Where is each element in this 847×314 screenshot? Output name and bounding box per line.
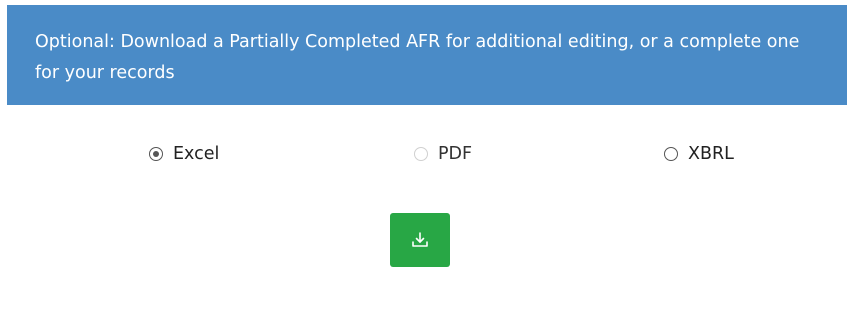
download-button[interactable] bbox=[390, 213, 450, 267]
download-icon bbox=[412, 232, 428, 247]
format-option-xbrl[interactable]: XBRL bbox=[664, 142, 734, 166]
xbrl-label: XBRL bbox=[688, 144, 734, 164]
banner-text: Optional: Download a Partially Completed… bbox=[35, 32, 800, 83]
format-option-pdf: PDF bbox=[414, 142, 472, 166]
xbrl-radio[interactable] bbox=[664, 147, 678, 161]
info-banner: Optional: Download a Partially Completed… bbox=[7, 5, 847, 105]
format-option-excel[interactable]: Excel bbox=[149, 142, 219, 166]
pdf-radio bbox=[414, 147, 428, 161]
excel-label: Excel bbox=[173, 144, 220, 164]
pdf-label: PDF bbox=[438, 144, 473, 164]
excel-radio[interactable] bbox=[149, 147, 163, 161]
